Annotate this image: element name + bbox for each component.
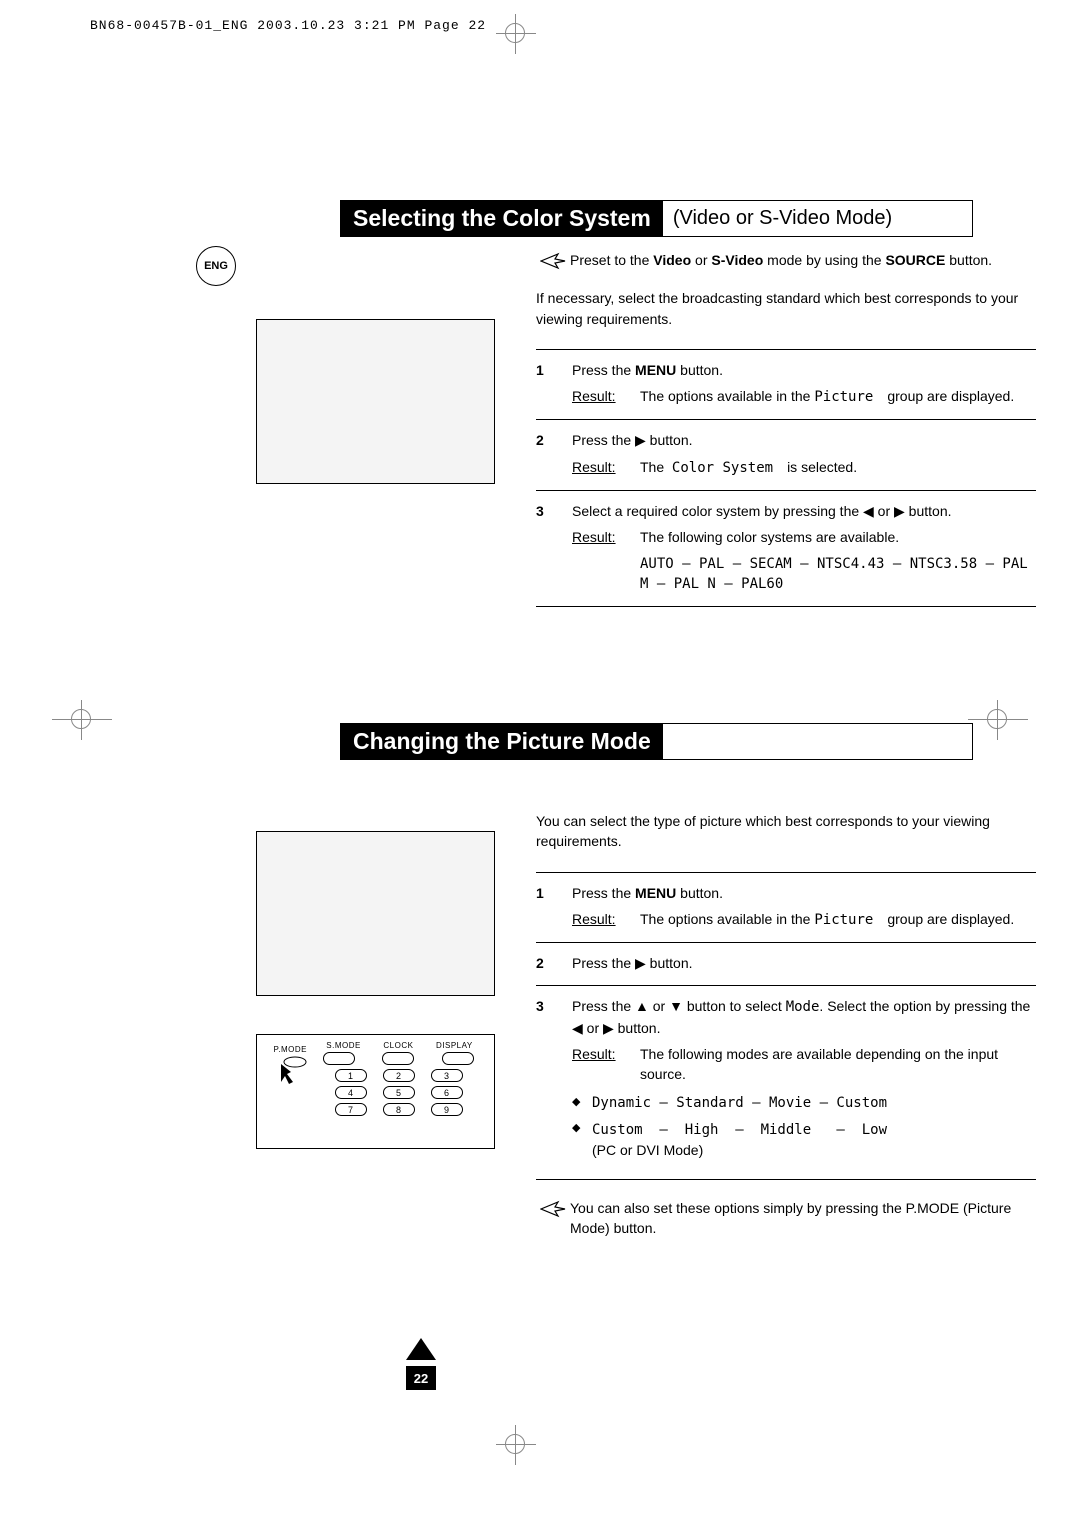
section1-content: Preset to the Video or S-Video mode by u…: [536, 250, 1036, 607]
crop-mark-right: [968, 700, 1028, 740]
section2-title: Changing the Picture Mode: [341, 724, 663, 759]
step-text: Press the ▶ button.: [572, 953, 1036, 973]
result-label: Result:: [572, 527, 640, 547]
step-row: 2 Press the ▶ button. Result: The Color …: [536, 419, 1036, 490]
section2-content: You can select the type of picture which…: [536, 811, 1036, 1256]
step-text: Press the MENU button.: [572, 883, 1036, 903]
remote-key: 3: [431, 1069, 463, 1082]
print-header: BN68-00457B-01_ENG 2003.10.23 3:21 PM Pa…: [90, 18, 486, 33]
remote-label: DISPLAY: [436, 1041, 473, 1050]
section1-title: Selecting the Color System: [341, 201, 663, 236]
osd-screenshot-2: [256, 831, 495, 996]
step-number: 1: [536, 360, 572, 408]
diamond-bullet-icon: ◆: [572, 1119, 592, 1161]
result-text: The options available in the Picturegrou…: [640, 909, 1036, 930]
osd-screenshot-1: [256, 319, 495, 484]
remote-key: 8: [383, 1103, 415, 1116]
crop-mark-top: [496, 14, 536, 54]
step-row: 1 Press the MENU button. Result: The opt…: [536, 349, 1036, 420]
page-arrow-icon: [406, 1338, 436, 1360]
section1-steps: 1 Press the MENU button. Result: The opt…: [536, 349, 1036, 607]
page-number: 22: [406, 1366, 436, 1390]
step-row: 3 Select a required color system by pres…: [536, 490, 1036, 607]
note-arrow-icon: [536, 250, 570, 270]
result-label: Result:: [572, 457, 640, 477]
crop-mark-bottom: [496, 1425, 536, 1465]
step-number: 2: [536, 953, 572, 973]
crop-mark-left: [52, 700, 112, 740]
remote-key: 9: [431, 1103, 463, 1116]
remote-key: 5: [383, 1086, 415, 1099]
color-system-options: AUTO – PAL – SECAM – NTSC4.43 – NTSC3.58…: [640, 554, 1036, 595]
pmode-pointer-icon: [277, 1054, 307, 1084]
language-badge: ENG: [196, 246, 236, 286]
diamond-bullet-icon: ◆: [572, 1093, 592, 1113]
section1-title-bar: Selecting the Color System (Video or S-V…: [340, 200, 973, 237]
remote-diagram: P.MODE S.MODE CLOCK DISPLAY: [256, 1034, 495, 1149]
remote-button: [442, 1052, 474, 1065]
step-text: Press the ▶ button.: [572, 430, 1036, 450]
step-row: 3 Press the ▲ or ▼ button to select Mode…: [536, 985, 1036, 1179]
step-number: 3: [536, 501, 572, 594]
step-text: Press the MENU button.: [572, 360, 1036, 380]
result-label: Result:: [572, 909, 640, 929]
step-number: 3: [536, 996, 572, 1166]
section1-preset-note: Preset to the Video or S-Video mode by u…: [570, 250, 1036, 270]
remote-button: [323, 1052, 355, 1065]
remote-key: 4: [335, 1086, 367, 1099]
remote-key: 1: [335, 1069, 367, 1082]
result-label: Result:: [572, 386, 640, 406]
remote-key: 7: [335, 1103, 367, 1116]
section2-intro: You can select the type of picture which…: [536, 811, 1036, 852]
mode-option: Dynamic – Standard – Movie – Custom: [592, 1093, 887, 1113]
section2-footnote: You can also set these options simply by…: [570, 1198, 1036, 1239]
step-text: Select a required color system by pressi…: [572, 501, 1036, 521]
section2-steps: 1 Press the MENU button. Result: The opt…: [536, 872, 1036, 1180]
section1-intro: If necessary, select the broadcasting st…: [536, 288, 1036, 329]
remote-label: CLOCK: [383, 1041, 413, 1050]
remote-pmode-label: P.MODE: [267, 1045, 307, 1054]
remote-label: S.MODE: [326, 1041, 361, 1050]
result-label: Result:: [572, 1044, 640, 1064]
step-number: 2: [536, 430, 572, 478]
result-text: The options available in the Picturegrou…: [640, 386, 1036, 407]
remote-key: 2: [383, 1069, 415, 1082]
step-text: Press the ▲ or ▼ button to select Mode. …: [572, 996, 1036, 1038]
result-text: The following color systems are availabl…: [640, 527, 1036, 547]
remote-key: 6: [431, 1086, 463, 1099]
result-text: The Color Systemis selected.: [640, 457, 1036, 478]
note-arrow-icon: [536, 1198, 570, 1218]
step-row: 1 Press the MENU button. Result: The opt…: [536, 872, 1036, 943]
section2-title-bar: Changing the Picture Mode: [340, 723, 973, 760]
mode-option: Custom – High – Middle – Low(PC or DVI M…: [592, 1119, 887, 1161]
page-frame: ENG Selecting the Color System (Video or…: [108, 56, 972, 1416]
section1-subtitle: (Video or S-Video Mode): [663, 201, 902, 236]
result-text: The following modes are available depend…: [640, 1044, 1036, 1085]
step-row: 2 Press the ▶ button.: [536, 942, 1036, 985]
step-number: 1: [536, 883, 572, 931]
remote-button: [382, 1052, 414, 1065]
